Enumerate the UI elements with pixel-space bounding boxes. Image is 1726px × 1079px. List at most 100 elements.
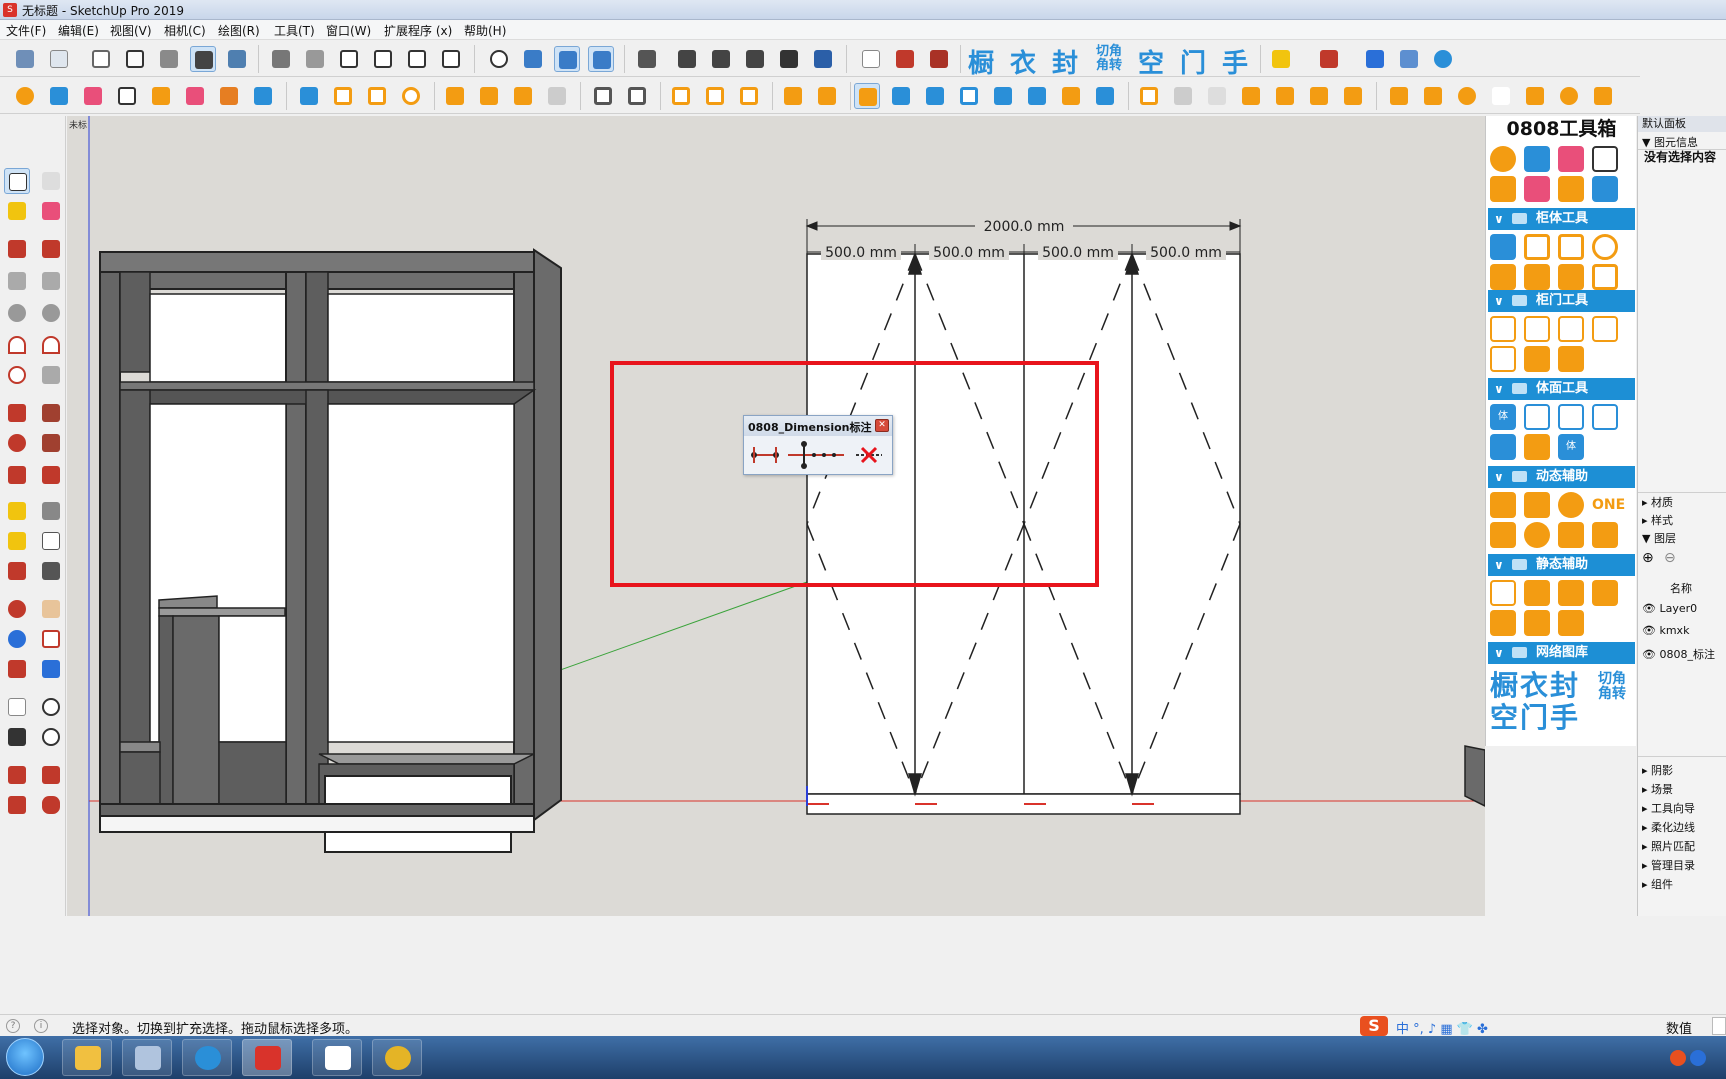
split-button[interactable] [810, 46, 836, 72]
protractor-tool[interactable] [4, 528, 30, 554]
axes-tool[interactable] [4, 558, 30, 584]
circle-tool[interactable] [4, 300, 30, 326]
dice-icon[interactable] [1592, 146, 1618, 172]
share-model-tool[interactable] [38, 762, 64, 788]
cabinet-box-button[interactable] [296, 83, 322, 109]
flag-icon[interactable] [1524, 580, 1550, 606]
one-icon[interactable]: ONE [1592, 492, 1625, 518]
grid4-button[interactable] [1024, 83, 1050, 109]
rotate-tool[interactable] [4, 430, 30, 456]
line-tool[interactable] [4, 236, 30, 262]
net-char-empty[interactable]: 空 [1490, 701, 1520, 734]
door-left-icon[interactable] [1490, 316, 1516, 342]
dynamic-line-button[interactable] [1420, 83, 1446, 109]
circle-icon[interactable] [1558, 492, 1584, 518]
scenes-section[interactable]: ▸ 场景 [1642, 781, 1673, 797]
tiles-icon[interactable] [1558, 610, 1584, 636]
sogou-ime-icon[interactable]: S [1360, 1016, 1388, 1036]
net-char-wardrobe[interactable]: 衣 [1520, 669, 1550, 702]
push-pull-tool[interactable] [38, 400, 64, 426]
menu-view[interactable]: 视图(V) [106, 22, 156, 39]
components-section[interactable]: ▸ 组件 [1642, 876, 1673, 892]
front-view-button[interactable] [336, 46, 362, 72]
corner-icon[interactable] [1592, 264, 1618, 290]
menu-window[interactable]: 窗口(W) [322, 22, 375, 39]
mirror-icon[interactable] [1524, 264, 1550, 290]
paint-bucket-tool[interactable] [4, 198, 30, 224]
wardrobe-model[interactable] [99, 248, 562, 853]
subtract-button[interactable] [742, 46, 768, 72]
three-point-arc-tool[interactable] [4, 362, 30, 388]
split-panel-icon[interactable] [1490, 264, 1516, 290]
grid4-icon[interactable] [1490, 434, 1516, 460]
dynamic-e-button[interactable] [1386, 83, 1412, 109]
cube-icon[interactable] [1490, 234, 1516, 260]
pen-icon[interactable] [1558, 522, 1584, 548]
tiles-button[interactable] [1340, 83, 1366, 109]
system-tray[interactable] [1670, 1048, 1726, 1068]
back-view-button[interactable] [404, 46, 430, 72]
taskbar-file-explorer[interactable] [62, 1039, 112, 1076]
section-body-face-tools[interactable]: ∨ 体面工具 [1488, 378, 1635, 400]
cabinet-edit-button[interactable] [330, 83, 356, 109]
dynamic-eye-closed-button[interactable] [1522, 83, 1548, 109]
top-view-button[interactable] [302, 46, 328, 72]
sandbox-button[interactable] [858, 46, 884, 72]
xray-style-button[interactable] [12, 46, 38, 72]
grid-icon[interactable] [1524, 146, 1550, 172]
align-icon[interactable] [1558, 264, 1584, 290]
back-edges-button[interactable] [46, 46, 72, 72]
zoom-tool[interactable] [4, 626, 30, 652]
rotated-rectangle-tool[interactable] [38, 268, 64, 294]
iso-view-button[interactable] [268, 46, 294, 72]
eraser-tool[interactable] [38, 198, 64, 224]
look-around-tool[interactable] [38, 694, 64, 720]
menu-help[interactable]: 帮助(H) [460, 22, 510, 39]
remove-layer-button[interactable]: ⊖ [1664, 550, 1676, 566]
door-frame-button[interactable] [668, 83, 694, 109]
body-face-button[interactable] [888, 83, 914, 109]
ime-toolbar[interactable]: S 中 °, ♪ ▦ 👕 ✤ [1360, 1016, 1530, 1037]
taskbar-youku[interactable] [312, 1039, 362, 1076]
tape-measure-tool[interactable] [4, 498, 30, 524]
outer-shell-button[interactable] [634, 46, 660, 72]
disabled2-button[interactable] [1170, 83, 1196, 109]
plugin-red-button[interactable] [1316, 46, 1342, 72]
zoom-extents-tool[interactable] [4, 656, 30, 682]
ghost-icon[interactable] [1558, 580, 1584, 606]
lala-icon[interactable] [1558, 146, 1584, 172]
layer-row[interactable]: 👁 Layer0 [1642, 602, 1697, 615]
extension-warehouse-button[interactable] [926, 46, 952, 72]
frame2-icon[interactable] [1592, 316, 1618, 342]
info-icon[interactable]: i [34, 1019, 48, 1033]
door-right-button[interactable] [624, 83, 650, 109]
layer-row[interactable]: 👁 0808_标注 [1642, 646, 1715, 662]
hinge-remove-button[interactable] [814, 83, 840, 109]
pie-tool[interactable] [38, 362, 64, 388]
layout2-icon[interactable] [1592, 404, 1618, 430]
hinge-add-button[interactable] [780, 83, 806, 109]
tool-corner-chamfer[interactable]: 切角 角转 [1092, 45, 1126, 73]
tool-seal-char[interactable]: 封 [1052, 43, 1078, 80]
section-display-button[interactable] [554, 46, 580, 72]
wardrobe-front-view[interactable] [806, 251, 1241, 815]
trim-button[interactable] [776, 46, 802, 72]
ghost-button[interactable] [1204, 83, 1230, 109]
tool-cabinet-char[interactable]: 橱 [968, 43, 994, 80]
mirror-button[interactable] [476, 83, 502, 109]
frame-icon[interactable] [1558, 316, 1584, 342]
ruby-tool[interactable] [38, 792, 64, 818]
tool-handle-char[interactable]: 手 [1222, 43, 1248, 80]
start-button[interactable] [6, 1038, 44, 1076]
document-button[interactable] [1396, 46, 1422, 72]
model-viewport[interactable]: 2000.0 mm 500.0 mm 500.0 mm 500.0 mm 500… [67, 116, 1485, 916]
cut-button[interactable] [1238, 83, 1264, 109]
align-button[interactable] [510, 83, 536, 109]
body-face2-button[interactable] [922, 83, 948, 109]
menu-edit[interactable]: 编辑(E) [54, 22, 103, 39]
door-frame2-button[interactable] [702, 83, 728, 109]
taskbar-sketchup[interactable] [242, 1039, 292, 1076]
plugin-user-button[interactable] [12, 83, 38, 109]
shadows-section[interactable]: ▸ 阴影 [1642, 762, 1673, 778]
linear-dimension-button[interactable] [748, 440, 782, 470]
